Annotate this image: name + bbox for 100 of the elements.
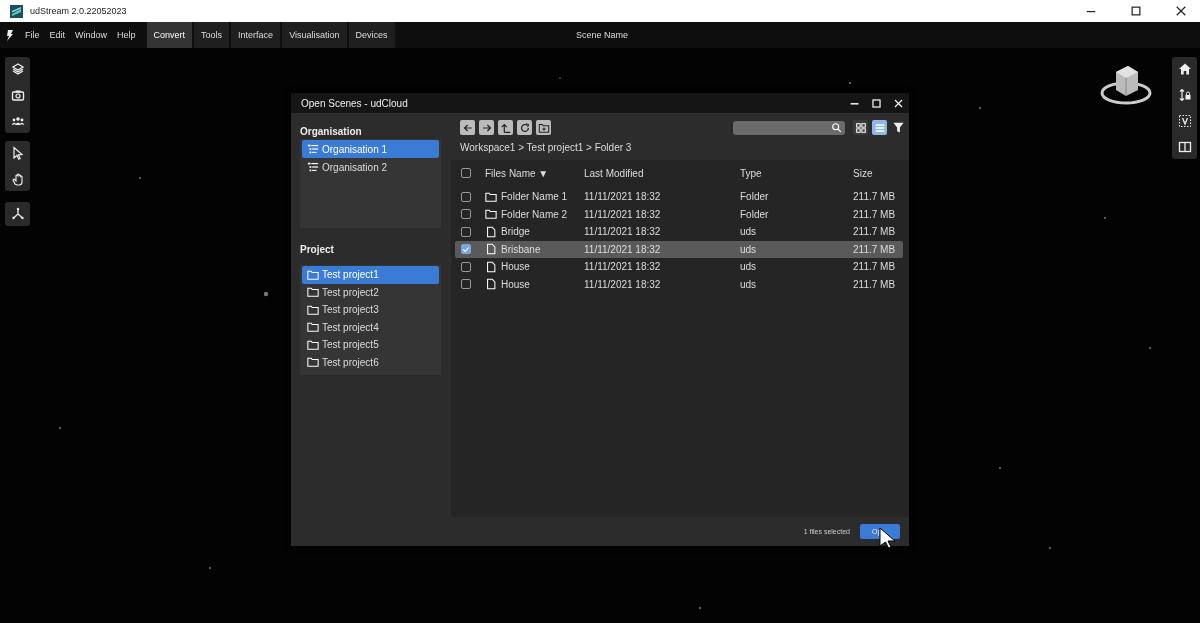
up-button[interactable]	[498, 120, 513, 135]
checkbox[interactable]	[461, 226, 471, 237]
checkbox[interactable]	[461, 209, 471, 220]
menu-item[interactable]: File	[20, 22, 45, 48]
folder-icon	[307, 268, 319, 281]
filter-button[interactable]	[891, 120, 906, 135]
check-icon	[462, 244, 470, 254]
table-cell-text: 211.7 MB	[853, 208, 897, 220]
table-cell: Bridge	[501, 226, 530, 238]
checkbox[interactable]	[461, 244, 471, 255]
menu-item[interactable]: Edit	[44, 22, 71, 48]
table-cell: Brisbane	[501, 243, 541, 255]
list-item[interactable]: Test project4	[302, 318, 439, 336]
menu-tab[interactable]: Tools	[192, 22, 230, 48]
table-cell: Folder Name 2	[501, 208, 568, 220]
table-cell-text: 11/11/2021 18:32	[584, 261, 662, 273]
up-icon	[499, 121, 512, 134]
folder-icon	[307, 303, 319, 316]
list-item[interactable]: Test project6	[302, 353, 439, 371]
menu-item[interactable]: Help	[112, 22, 141, 48]
folder-icon	[307, 356, 319, 369]
checkbox[interactable]	[461, 168, 471, 178]
table-cell-text: Folder	[740, 208, 770, 220]
column-header[interactable]: Files Name ▼	[485, 167, 584, 179]
list-item[interactable]: Test project5	[302, 336, 439, 354]
section-heading: Organisation	[300, 126, 363, 138]
pointer-icon	[10, 146, 25, 160]
table-row[interactable]: Folder Name 1 11/11/2021 18:32 Folder 211.7 MB	[455, 188, 903, 206]
list-item[interactable]: Organisation 2	[302, 158, 439, 176]
axes-icon	[10, 207, 25, 221]
table-cell-text: 11/11/2021 18:32	[584, 191, 662, 203]
table-row[interactable]: House 11/11/2021 18:32 uds 211.7 MB	[455, 275, 903, 293]
layers-icon	[10, 62, 25, 76]
list-item[interactable]: Organisation 1	[302, 140, 439, 158]
table-row[interactable]: Bridge 11/11/2021 18:32 uds 211.7 MB	[455, 223, 903, 241]
list-item[interactable]: Test project1	[302, 266, 439, 284]
table-cell-text: Folder	[740, 191, 770, 203]
column-header[interactable]: Type	[740, 167, 853, 179]
folder-icon	[307, 321, 319, 334]
breadcrumb: Workspace1 > Test project1 > Folder 3	[459, 141, 633, 155]
new-folder-button[interactable]	[536, 120, 551, 135]
grid-view-button[interactable]	[853, 120, 868, 135]
table-cell-text: 11/11/2021 18:32	[584, 243, 662, 255]
table-cell-text: 11/11/2021 18:32	[584, 278, 662, 290]
list-item[interactable]: Test project2	[302, 283, 439, 301]
section-heading: Project	[300, 244, 335, 256]
table-cell-text: uds	[740, 261, 758, 273]
filter-icon	[892, 121, 905, 134]
table-cell: Folder Name 1	[501, 191, 568, 203]
table-row[interactable]: Brisbane 11/11/2021 18:32 uds 211.7 MB	[455, 240, 903, 258]
table-cell-text: 11/11/2021 18:32	[584, 226, 662, 238]
frame-icon	[1177, 114, 1192, 128]
dialog-title: Open Scenes - udCloud	[301, 97, 409, 109]
refresh-button[interactable]	[517, 120, 532, 135]
back-button[interactable]	[460, 120, 475, 135]
folder-icon	[485, 208, 497, 221]
checkbox[interactable]	[461, 279, 471, 290]
table-cell-text: 211.7 MB	[853, 278, 897, 290]
table-cell-text: 11/11/2021 18:32	[584, 208, 662, 220]
column-header[interactable]: Size	[853, 167, 903, 179]
people-icon	[10, 114, 25, 128]
forward-button[interactable]	[479, 120, 494, 135]
folder-icon	[485, 190, 497, 203]
menu-item[interactable]: Window	[70, 22, 113, 48]
camera-icon	[10, 88, 25, 102]
hand-icon	[10, 172, 25, 186]
search-field[interactable]	[733, 120, 845, 135]
list-item[interactable]: Test project3	[302, 301, 439, 319]
app-icon	[10, 4, 23, 18]
checkbox[interactable]	[461, 261, 471, 272]
close-icon	[1175, 5, 1187, 17]
search-icon	[831, 122, 842, 133]
table-cell-text: 211.7 MB	[853, 261, 897, 273]
maximize-icon	[1130, 5, 1142, 17]
table-row[interactable]: House 11/11/2021 18:32 uds 211.7 MB	[455, 258, 903, 276]
maximize-icon	[870, 97, 882, 109]
table-cell: House	[501, 278, 530, 290]
table-cell-text: uds	[740, 243, 758, 255]
list-view-icon	[873, 121, 886, 134]
menu-tab[interactable]: Visualisation	[280, 22, 347, 48]
height-lock-icon	[1177, 88, 1192, 102]
home-icon	[1177, 62, 1192, 76]
file-icon	[485, 225, 497, 238]
table-cell-text: 211.7 MB	[853, 243, 897, 255]
menu-tab[interactable]: Devices	[346, 22, 395, 48]
menu-tab[interactable]: Convert	[144, 22, 193, 48]
column-header[interactable]: Last Modified	[584, 167, 740, 179]
table-cell-text: 211.7 MB	[853, 226, 897, 238]
file-icon	[485, 278, 497, 291]
table-row[interactable]: Folder Name 2 11/11/2021 18:32 Folder 211.7 MB	[455, 205, 903, 223]
table-cell: House	[501, 261, 530, 273]
book-icon	[1177, 140, 1192, 154]
checkbox[interactable]	[461, 191, 471, 202]
new-folder-icon	[537, 121, 550, 134]
table-cell-text: 211.7 MB	[853, 191, 897, 203]
list-icon	[307, 143, 319, 155]
table-cell-text: uds	[740, 226, 758, 238]
grid-view-icon	[854, 121, 867, 134]
menu-tab[interactable]: Interface	[229, 22, 281, 48]
file-icon	[485, 260, 497, 273]
